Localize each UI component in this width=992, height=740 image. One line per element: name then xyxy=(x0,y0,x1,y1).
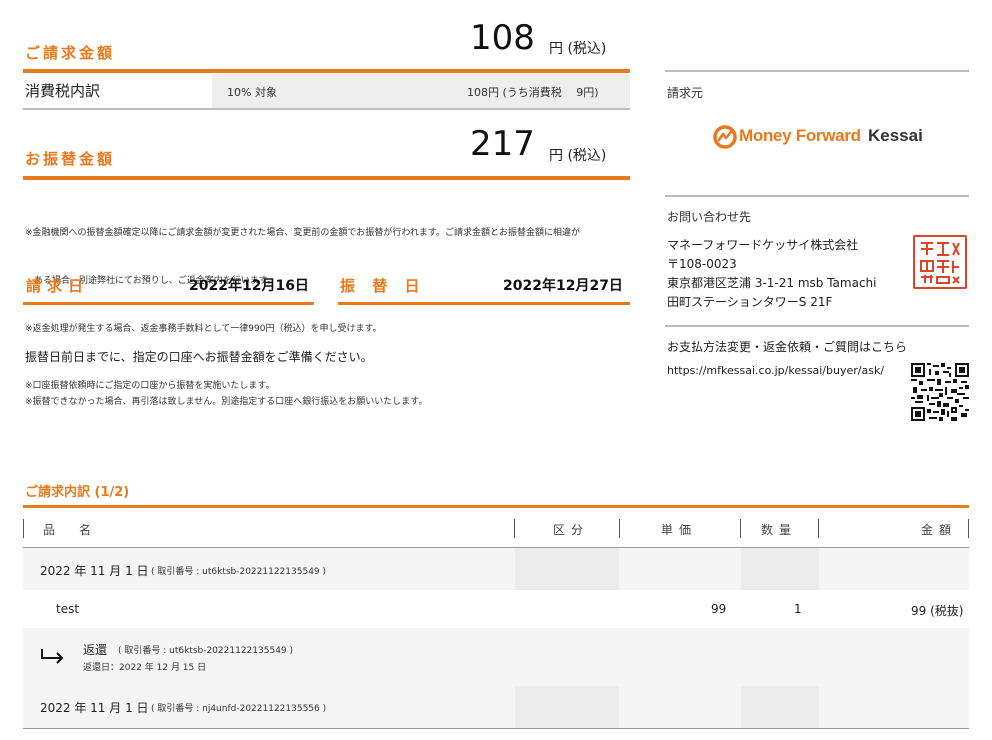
postal-code: 〒108-0023 xyxy=(667,257,737,271)
logo-suffix: Kessai xyxy=(868,126,923,145)
table-row: 2022 年 11 月 1 日 ( 取引番号 : nj4unfd-2022112… xyxy=(23,686,969,728)
note-line: ※返金処理が発生する場合、返金事務手数料として一律990円（税込）を申し受けます… xyxy=(25,324,382,334)
header-separator xyxy=(619,519,620,538)
table-bottom-line xyxy=(23,728,969,729)
refund-txn-id: ( 取引番号 : ut6ktsb-20221122135549 ) xyxy=(118,646,294,656)
category-cell xyxy=(515,686,619,728)
table-row: test 99 1 99 (税抜) xyxy=(23,590,969,628)
transfer-title: お振替金額 xyxy=(25,150,116,168)
row-txn-id: ( 取引番号 : nj4unfd-20221122135556 ) xyxy=(151,704,327,714)
quantity-cell xyxy=(741,548,819,590)
return-arrow-icon xyxy=(41,649,64,664)
billing-amount: 108 xyxy=(470,18,535,58)
contact-address: マネーフォワードケッサイ株式会社 〒108-0023 東京都港区芝浦 3-1-2… xyxy=(667,236,876,312)
notes-bottom: ※口座振替依頼時にご指定の口座から振替を実施いたします。 ※振替できなかった場合… xyxy=(25,378,635,410)
transfer-date-label: 振 替 日 xyxy=(340,277,426,295)
transfer-date-underline xyxy=(338,302,630,305)
header-quantity: 数量 xyxy=(761,523,798,537)
invoice-date-underline xyxy=(23,302,314,305)
header-item: 品 名 xyxy=(43,523,98,537)
details-title-underline xyxy=(23,505,969,508)
prepare-message: 振替日前日までに、指定の口座へお振替金額をご準備ください。 xyxy=(25,350,373,364)
header-separator xyxy=(23,519,24,538)
qr-code-icon xyxy=(911,363,969,421)
item-amount: 99 (税抜) xyxy=(911,604,964,618)
table-header: 品 名 区分 単価 数量 金額 xyxy=(23,509,969,547)
money-forward-logo-icon xyxy=(713,125,737,149)
transfer-unit: 円 (税込) xyxy=(549,148,607,164)
details-title: ご請求内訳 (1/2) xyxy=(25,485,130,500)
qr-code[interactable] xyxy=(911,363,969,421)
contact-top-line xyxy=(665,195,969,197)
refund-label: 返還 xyxy=(83,643,108,657)
item-unit-price: 99 xyxy=(711,602,727,616)
logo-text: Money Forward xyxy=(739,126,861,145)
header-category: 区分 xyxy=(553,523,590,537)
invoice-date: 2022年12月16日 xyxy=(189,278,309,294)
header-separator xyxy=(514,519,515,538)
address-line-1: 東京都港区芝浦 3-1-21 msb Tamachi xyxy=(667,276,877,290)
notes-top: ※金融機関への振替金額確定以降にご請求金額が変更された場合、変更前の金額でお振替… xyxy=(25,193,635,353)
tax-rate: 10% 対象 xyxy=(227,86,277,99)
header-separator xyxy=(740,519,741,538)
contact-label: お問い合わせ先 xyxy=(667,210,752,224)
money-forward-logo: Money Forward Kessai xyxy=(713,124,953,152)
row-date: 2022 年 11 月 1 日 xyxy=(40,564,149,578)
tax-divider xyxy=(23,108,630,110)
item-name: test xyxy=(56,602,80,616)
support-top-line xyxy=(665,325,969,327)
tax-detail: 108円 (うち消費税 9円) xyxy=(467,86,599,99)
transfer-date: 2022年12月27日 xyxy=(503,278,623,294)
tax-label: 消費税内訳 xyxy=(25,82,101,100)
refund-date: 返還日：2022 年 12 月 15 日 xyxy=(83,663,207,673)
invoice-date-label: 請求日 xyxy=(26,277,90,295)
transfer-amount: 217 xyxy=(470,124,535,164)
quantity-cell xyxy=(741,686,819,728)
billing-underline xyxy=(23,69,630,73)
header-unit-price: 単価 xyxy=(661,523,698,537)
table-row: 2022 年 11 月 1 日 ( 取引番号 : ut6ktsb-2022112… xyxy=(23,548,969,590)
billing-unit: 円 (税込) xyxy=(549,41,607,57)
issuer-label: 請求元 xyxy=(667,86,704,100)
company-name: マネーフォワードケッサイ株式会社 xyxy=(667,238,859,252)
row-date: 2022 年 11 月 1 日 xyxy=(40,701,149,715)
support-url[interactable]: https://mfkessai.co.jp/kessai/buyer/ask/ xyxy=(667,364,884,377)
transfer-underline xyxy=(23,176,630,180)
header-separator xyxy=(818,519,819,538)
note-line: ※金融機関への振替金額確定以降にご請求金額が変更された場合、変更前の金額でお振替… xyxy=(25,228,581,238)
note-line: ※振替できなかった場合、再引落は致しません。別途指定する口座へ銀行振込をお願いい… xyxy=(25,397,428,407)
table-row: 返還 ( 取引番号 : ut6ktsb-20221122135549 ) 返還日… xyxy=(23,628,969,686)
note-line: ※口座振替依頼時にご指定の口座から振替を実施いたします。 xyxy=(25,381,275,391)
item-quantity: 1 xyxy=(794,602,802,616)
seal-icon xyxy=(920,242,960,284)
billing-title: ご請求金額 xyxy=(25,44,116,62)
support-label: お支払方法変更・返金依頼・ご質問はこちら xyxy=(667,340,908,354)
issuer-top-line xyxy=(665,70,969,72)
address-line-2: 田町ステーションタワーS 21F xyxy=(667,295,833,309)
company-seal xyxy=(913,235,967,289)
row-txn-id: ( 取引番号 : ut6ktsb-20221122135549 ) xyxy=(151,567,327,577)
header-amount: 金額 xyxy=(921,523,958,537)
header-separator xyxy=(968,519,969,538)
category-cell xyxy=(515,548,619,590)
